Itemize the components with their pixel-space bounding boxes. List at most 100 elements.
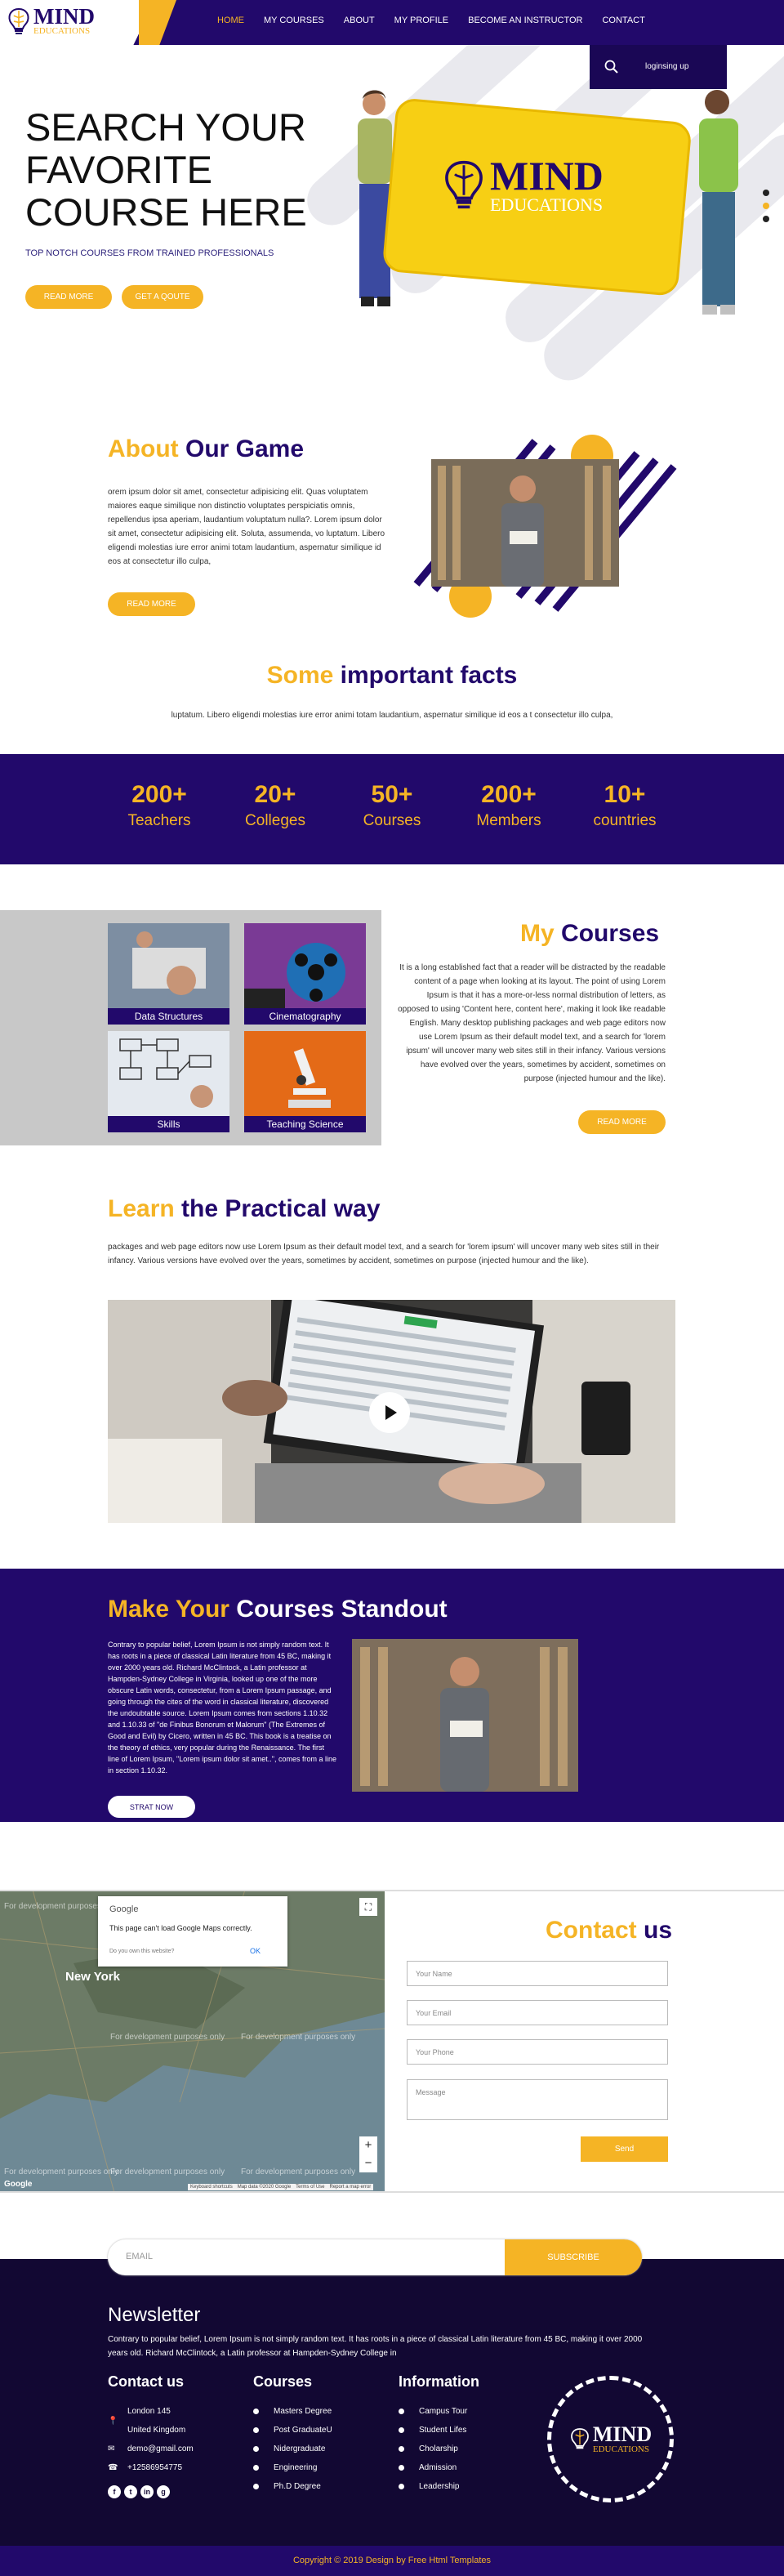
footer-link-text: Campus Tour [419,2407,468,2416]
play-button[interactable] [369,1392,410,1433]
footer-course-link[interactable]: Nidergraduate [253,2440,384,2458]
courses-title-accent: My [520,920,555,947]
contact-message-textarea[interactable]: Message [407,2079,668,2120]
subscribe-email-input[interactable]: EMAIL [126,2252,153,2261]
search-icon[interactable] [604,60,619,74]
linkedin-icon[interactable]: in [140,2485,154,2498]
stat-countries: 10+ countries [568,781,682,830]
footer-email[interactable]: ✉ demo@gmail.com [108,2440,238,2458]
footer-link-text: Masters Degree [274,2407,332,2416]
map-fullscreen-button[interactable]: ⛶ [359,1898,377,1916]
hero-title: SEARCH YOUR FAVORITE COURSE HERE [25,106,336,234]
map-keyboard-shortcuts[interactable]: Keyboard shortcuts [190,2185,233,2190]
contact-phone-input[interactable]: Your Phone [407,2039,668,2065]
stat-label: Courses [363,812,421,829]
nav-about[interactable]: ABOUT [344,16,375,25]
course-card-label: Cinematography [244,1008,366,1025]
footer-course-link[interactable]: Engineering [253,2458,384,2477]
course-card-cinematography[interactable]: Cinematography [244,923,366,1025]
slider-dot-active[interactable] [763,203,769,209]
footer-info-link[interactable]: Leadership [399,2477,529,2496]
hero-get-quote-button[interactable]: GET A QOUTE [122,285,203,309]
zoom-out-button[interactable]: − [359,2154,377,2172]
footer-phone-text: +12586954775 [127,2463,183,2472]
nav-my-profile[interactable]: MY PROFILE [394,16,448,25]
nav-home[interactable]: HOME [217,16,244,25]
footer-course-link[interactable]: Masters Degree [253,2402,384,2421]
map-terms-link[interactable]: Terms of Use [296,2185,324,2190]
course-card-teaching-science[interactable]: Teaching Science [244,1031,366,1132]
hero-title-line3: COURSE HERE [25,190,307,234]
brand-logo[interactable]: MIND EDUCATIONS [7,6,95,36]
google-plus-icon[interactable]: g [157,2485,170,2498]
map-dialog-ok-button[interactable]: OK [250,1947,261,1955]
course-card-skills[interactable]: Skills [108,1031,229,1132]
nav-contact[interactable]: CONTACT [602,16,644,25]
courses-title: My Courses [520,920,659,948]
bullet-icon [253,2465,259,2471]
map-zoom-control: + − [359,2136,377,2172]
nav-my-courses[interactable]: MY COURSES [264,16,324,25]
map-dialog-google: Google [109,1904,139,1914]
footer-link-text: Leadership [419,2482,460,2491]
copyright-bar: Copyright © 2019 Design by Free Html Tem… [0,2546,784,2576]
nav-become-instructor[interactable]: BECOME AN INSTRUCTOR [468,16,582,25]
hero-section: SEARCH YOUR FAVORITE COURSE HERE TOP NOT… [0,45,784,388]
stat-label: Teachers [127,812,191,829]
bullet-icon [253,2409,259,2414]
footer-course-link[interactable]: Post GraduateU [253,2421,384,2440]
bullet-icon [399,2484,404,2489]
login-signup-link[interactable]: loginsing up [645,62,688,71]
footer-information-title: Information [399,2373,479,2390]
map-dialog-question: Do you own this website? [109,1949,175,1954]
footer-logo-subtitle: EDUCATIONS [592,2444,649,2454]
contact-send-button[interactable]: Send [581,2136,668,2162]
subscribe-bar: EMAIL SUBSCRIBE [108,2239,642,2275]
social-icons: f t in g [108,2484,238,2498]
contact-title: Contact us [546,1917,672,1944]
contact-name-input[interactable]: Your Name [407,1961,668,1986]
brand-subtitle: EDUCATIONS [33,26,91,36]
course-card-label: Data Structures [108,1008,229,1025]
slider-dot[interactable] [763,216,769,222]
newsletter-title: Newsletter [108,2304,201,2326]
courses-read-more-button[interactable]: READ MORE [578,1110,666,1134]
footer-info-link[interactable]: Admission [399,2458,529,2477]
about-read-more-button[interactable]: READ MORE [108,592,195,616]
courses-title-main: Courses [561,920,660,947]
zoom-in-button[interactable]: + [359,2136,377,2154]
footer-link-text: Student Lifes [419,2426,467,2435]
learn-title-accent: Learn [108,1195,175,1222]
stat-value: 10+ [604,781,646,808]
main-nav: HOME MY COURSES ABOUT MY PROFILE BECOME … [217,16,645,25]
footer-link-text: Engineering [274,2463,318,2472]
map-embed[interactable]: New York For development purposes only F… [0,1890,385,2193]
hero-read-more-button[interactable]: READ MORE [25,285,112,309]
footer-email-text: demo@gmail.com [127,2444,194,2453]
subscribe-button[interactable]: SUBSCRIBE [505,2239,642,2275]
address-line2: United Kingdom [127,2426,186,2435]
phone-icon: ☎ [108,2463,118,2472]
footer-info-link[interactable]: Campus Tour [399,2402,529,2421]
start-now-button[interactable]: STRAT NOW [108,1796,195,1818]
nav-dropdown: loginsing up [590,45,727,89]
footer-link-text: Ph.D Degree [274,2482,321,2491]
facebook-icon[interactable]: f [108,2485,121,2498]
footer-link-text: Cholarship [419,2444,458,2453]
hero-sign-logo: MIND EDUCATIONS [441,155,604,214]
video-player[interactable] [108,1300,675,1523]
brain-bulb-icon [571,2427,589,2449]
twitter-icon[interactable]: t [124,2485,137,2498]
map-report-link[interactable]: Report a map error [330,2185,372,2190]
stat-label: countries [593,812,657,829]
footer-info-link[interactable]: Cholarship [399,2440,529,2458]
footer-phone[interactable]: ☎ +12586954775 [108,2458,238,2477]
footer-course-link[interactable]: Ph.D Degree [253,2477,384,2496]
bullet-icon [399,2446,404,2452]
contact-email-input[interactable]: Your Email [407,2000,668,2025]
course-card-data-structures[interactable]: Data Structures [108,923,229,1025]
slider-dot[interactable] [763,190,769,196]
footer-information-column: Information Campus Tour Student Lifes Ch… [399,2373,529,2496]
footer-info-link[interactable]: Student Lifes [399,2421,529,2440]
footer-courses-column: Courses Masters Degree Post GraduateU Ni… [253,2373,384,2496]
